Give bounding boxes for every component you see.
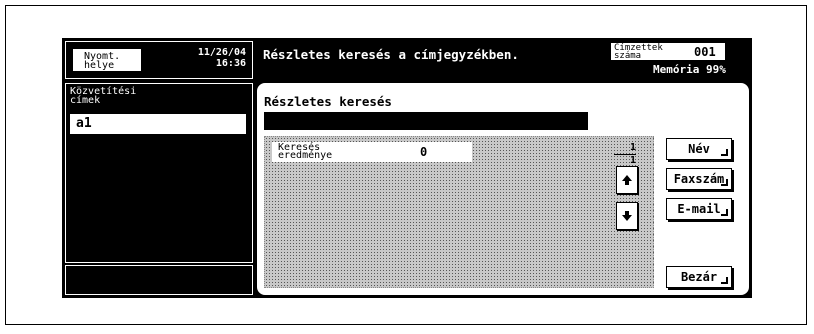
page-current: 1 xyxy=(629,142,636,153)
datetime-display: 11/26/04 16:36 xyxy=(198,47,246,69)
time-text: 16:36 xyxy=(215,58,246,69)
instruction-message: Részletes keresés a címjegyzékben. xyxy=(263,47,519,62)
result-label: Keresés eredménye xyxy=(278,142,333,161)
fax-number-button[interactable]: Faxszám xyxy=(666,168,732,190)
print-location-label: Nyomt. helye xyxy=(84,51,121,71)
recipients-box: Címzettek száma 001 xyxy=(611,43,725,61)
recipients-label: Címzettek száma xyxy=(614,43,663,61)
detailed-search-panel: Részletes keresés Keresés eredménye 0 1 … xyxy=(257,83,749,295)
search-input[interactable] xyxy=(264,112,588,130)
control-panel-screen: Nyomt. helye 11/26/04 16:36 Részletes ke… xyxy=(62,38,752,298)
date-text: 11/26/04 xyxy=(197,47,246,58)
broadcast-list-footer xyxy=(65,265,253,295)
result-header: Keresés eredménye 0 xyxy=(272,142,472,162)
close-button[interactable]: Bezár xyxy=(666,266,732,288)
name-button[interactable]: Név xyxy=(666,138,732,160)
scroll-up-button[interactable] xyxy=(616,166,638,194)
status-panel: Nyomt. helye 11/26/04 16:36 xyxy=(65,41,253,79)
email-button[interactable]: E-mail xyxy=(666,198,732,220)
scroll-down-button[interactable] xyxy=(616,202,638,230)
arrow-down-icon xyxy=(622,211,632,221)
broadcast-list: Közvetítési címek a1 xyxy=(65,83,253,263)
panel-title: Részletes keresés xyxy=(264,94,392,109)
recipients-count: 001 xyxy=(694,45,716,59)
memory-status: Memória 99% xyxy=(653,63,726,76)
broadcast-list-item[interactable]: a1 xyxy=(70,114,246,134)
result-count: 0 xyxy=(420,145,428,159)
broadcast-list-title: Közvetítési címek xyxy=(70,86,137,106)
arrow-up-icon xyxy=(622,175,632,185)
print-location-button[interactable]: Nyomt. helye xyxy=(72,48,142,72)
